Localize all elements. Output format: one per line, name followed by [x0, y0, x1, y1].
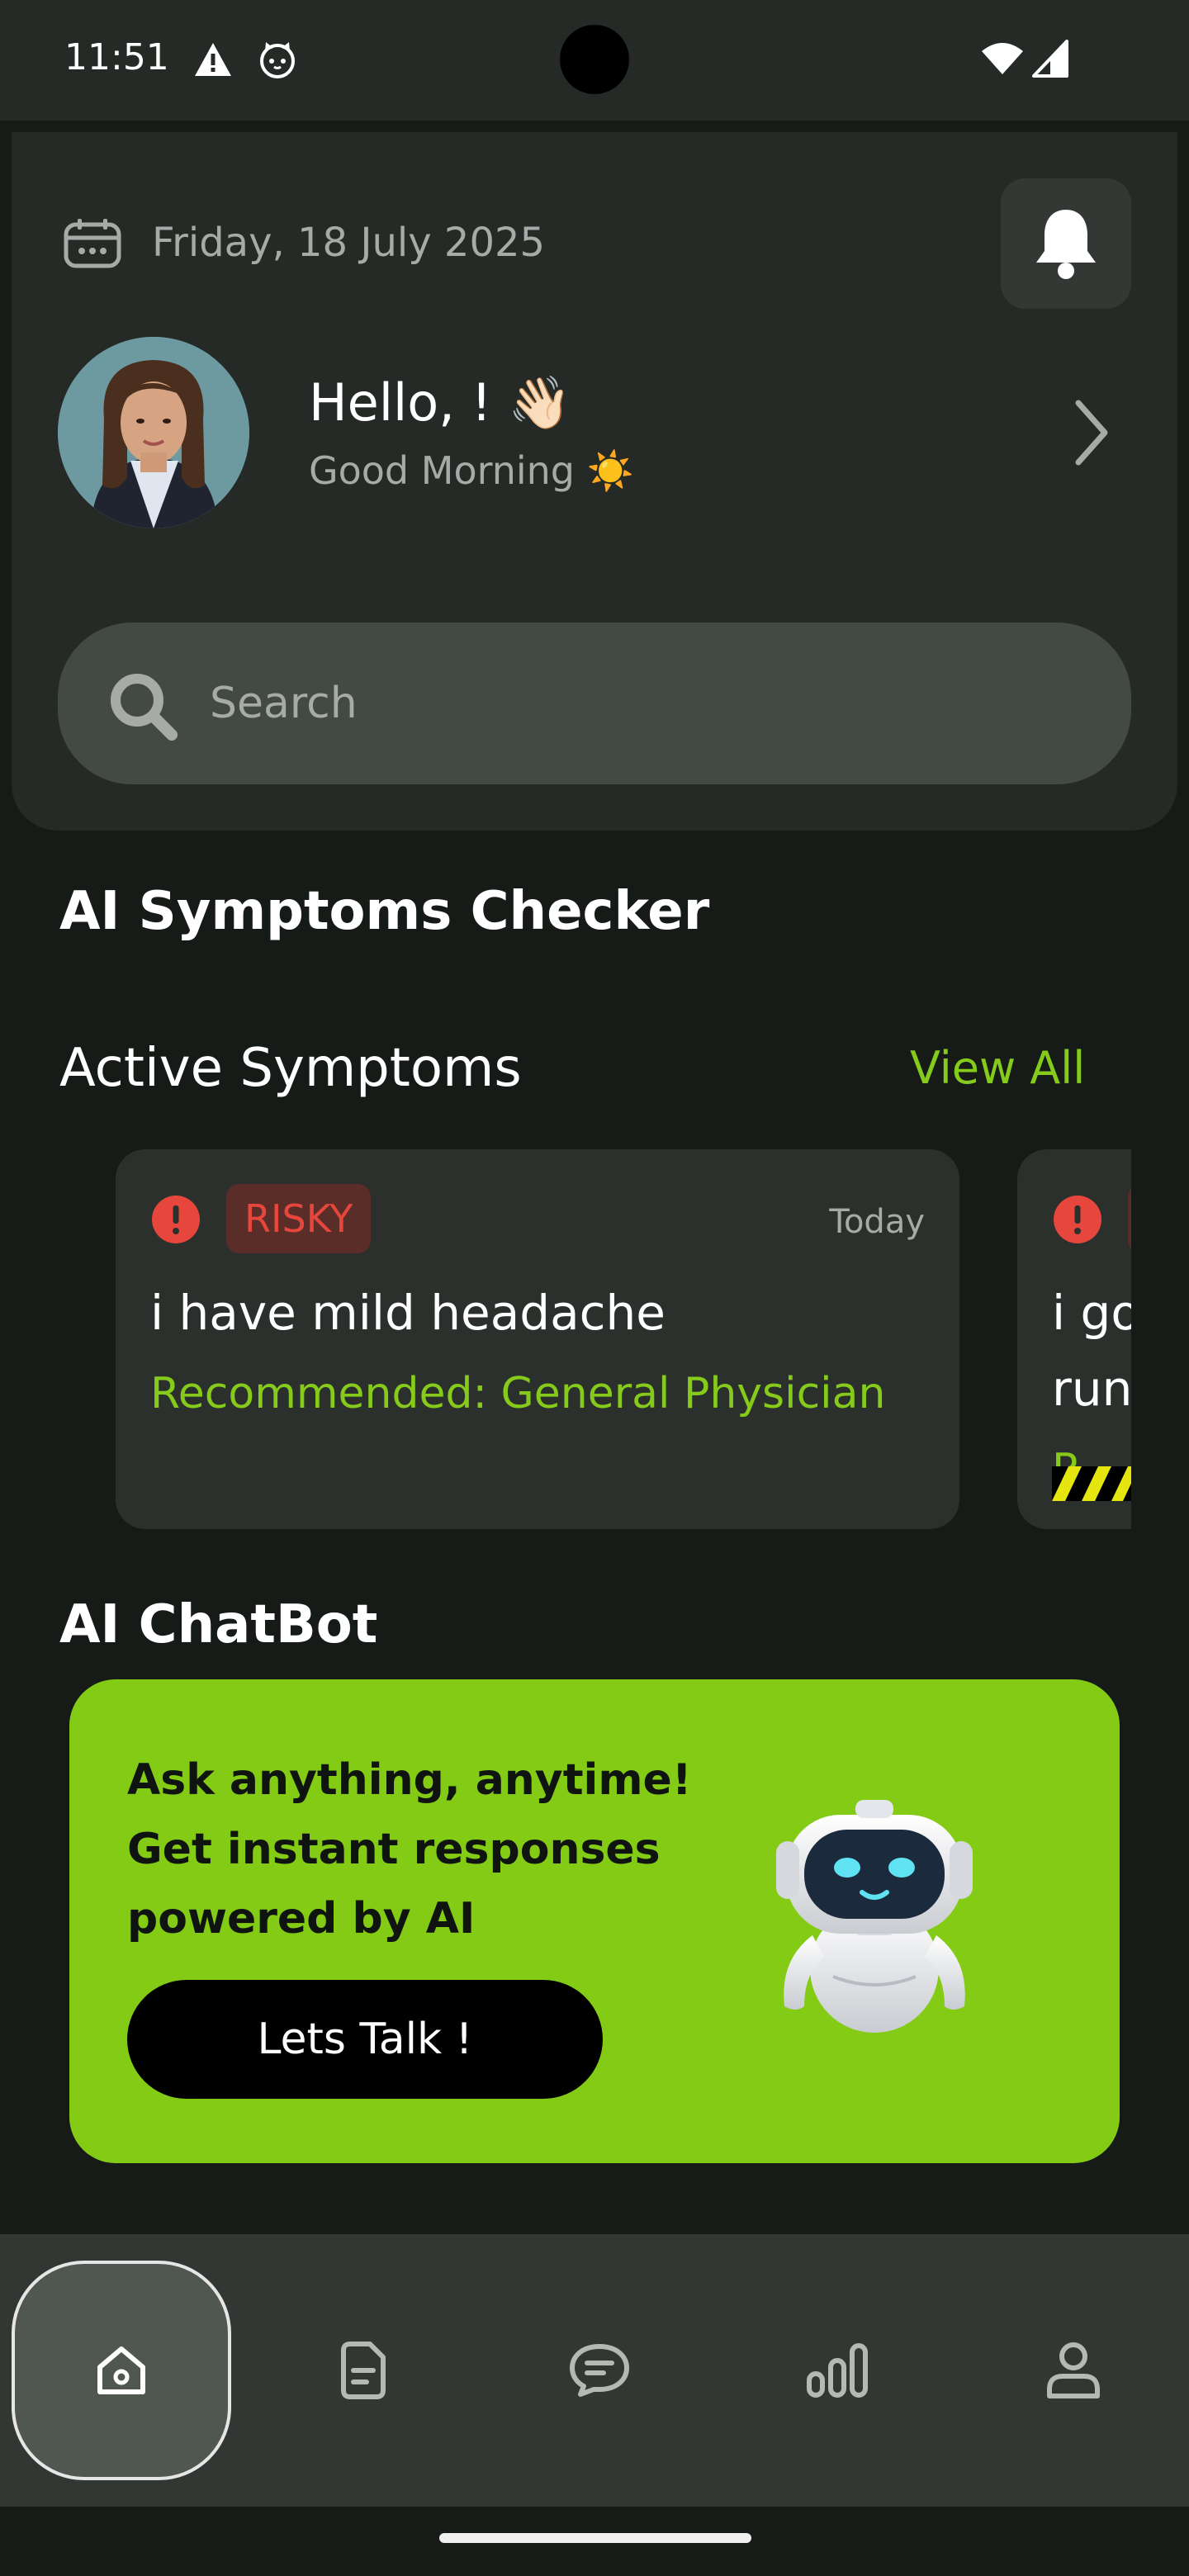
nav-profile-button[interactable] — [991, 2261, 1156, 2480]
active-symptoms-title: Active Symptoms — [59, 1038, 522, 1099]
symptom-card[interactable]: RISKY Today i have mild headache Recomme… — [116, 1149, 959, 1529]
chatbot-card: Ask anything, anytime! Get instant respo… — [69, 1679, 1120, 2163]
chevron-right-icon[interactable] — [1065, 395, 1116, 471]
search-input[interactable]: Search — [58, 623, 1131, 784]
avatar-portrait — [58, 337, 249, 528]
notifications-button[interactable] — [1001, 178, 1131, 309]
nav-records-button[interactable] — [281, 2261, 446, 2480]
bottom-navigation — [0, 2234, 1189, 2507]
current-date: Friday, 18 July 2025 — [152, 220, 546, 266]
view-all-link[interactable]: View All — [910, 1037, 1085, 1100]
bell-icon — [1036, 210, 1096, 279]
greeting-text: Hello, ! 👋🏻 — [309, 372, 571, 434]
greeting-label: Hello, ! — [309, 372, 509, 433]
signal-icon — [1032, 40, 1068, 78]
status-time: 11:51 — [64, 36, 169, 78]
chatbot-description: Ask anything, anytime! Get instant respo… — [127, 1745, 705, 1953]
nav-home-button[interactable] — [12, 2261, 231, 2480]
symptom-text-line1: i go — [1052, 1285, 1131, 1341]
home-icon — [97, 2346, 145, 2394]
time-of-day-greeting: Good Morning ☀️ — [309, 448, 634, 493]
profile-icon — [1047, 2342, 1100, 2398]
document-icon — [341, 2342, 386, 2399]
user-avatar[interactable] — [58, 337, 249, 528]
wifi-icon — [982, 43, 1023, 74]
search-placeholder: Search — [210, 679, 358, 728]
camera-cutout — [560, 25, 629, 94]
status-bar: 11:51 — [0, 0, 1189, 121]
lets-talk-button[interactable]: Lets Talk ! — [127, 1980, 603, 2099]
alert-icon — [152, 1196, 200, 1243]
alert-icon — [1054, 1196, 1101, 1243]
home-indicator[interactable] — [439, 2533, 751, 2543]
wave-emoji-icon: 👋🏻 — [508, 372, 572, 433]
symptoms-checker-title: AI Symptoms Checker — [59, 881, 710, 942]
risk-badge: R — [1128, 1184, 1131, 1253]
overflow-warning-stripes — [1052, 1466, 1131, 1501]
symptom-card[interactable]: R i go run R — [1017, 1149, 1131, 1529]
chatbot-title: AI ChatBot — [59, 1594, 378, 1655]
nav-stats-button[interactable] — [755, 2261, 920, 2480]
nav-chat-button[interactable] — [517, 2261, 682, 2480]
risk-badge: RISKY — [226, 1184, 372, 1253]
symptom-recommendation: Recommended: General Physician — [150, 1369, 886, 1418]
chart-icon — [807, 2343, 868, 2398]
robot-icon — [776, 1800, 973, 2033]
chatbot-text-line3: powered by AI — [127, 1894, 476, 1944]
symptom-card-clip: R i go run R — [1017, 1149, 1131, 1529]
warning-icon — [195, 43, 231, 76]
chat-icon — [570, 2344, 629, 2397]
calendar-icon — [64, 219, 121, 268]
chatbot-text-line2: Get instant responses — [127, 1825, 661, 1874]
symptom-date: Today — [829, 1203, 925, 1241]
cat-icon — [260, 42, 295, 78]
symptom-text: i have mild headache — [150, 1285, 666, 1341]
search-icon — [111, 674, 178, 741]
symptom-text-line2: run — [1052, 1361, 1131, 1417]
chatbot-text-line1: Ask anything, anytime! — [127, 1755, 692, 1805]
